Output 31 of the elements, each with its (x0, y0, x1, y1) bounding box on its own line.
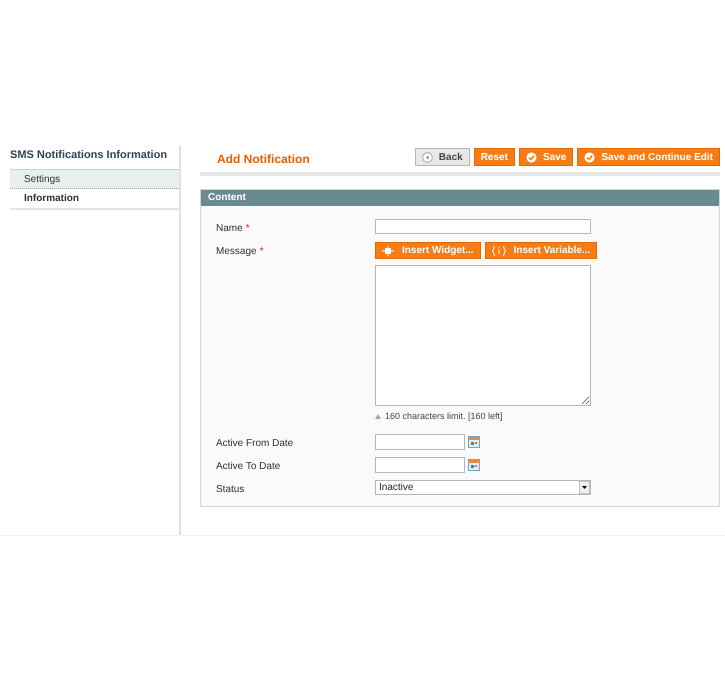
braces-icon (492, 246, 506, 256)
message-textarea[interactable] (375, 265, 591, 406)
name-input[interactable] (375, 219, 591, 234)
save-button[interactable]: Save (518, 148, 574, 166)
triangle-icon (375, 414, 381, 420)
status-select[interactable]: Inactive (375, 480, 591, 494)
calendar-icon[interactable] (468, 458, 480, 470)
save-button[interactable]: Save and Continue Edit (577, 148, 720, 166)
back-button[interactable]: Back (414, 148, 470, 166)
dropdown-arrow-icon (579, 480, 590, 494)
section-header: Content (201, 190, 719, 206)
check-icon (584, 152, 596, 162)
required-mark: * (260, 246, 264, 257)
field-label: Active From Date (216, 438, 294, 448)
date-input[interactable] (375, 456, 465, 472)
field-label: Name (216, 223, 243, 234)
field-label: Message (216, 246, 257, 257)
required-mark: * (246, 223, 250, 234)
widget-icon (382, 246, 394, 256)
insert-variable-button[interactable]: Insert Variable... (484, 242, 598, 259)
field-note: 160 characters limit. [160 left] (385, 410, 503, 423)
date-input[interactable] (375, 434, 465, 450)
field-label: Status (216, 484, 244, 494)
page-title: Add Notification (217, 151, 310, 168)
insert-widget-button[interactable]: Insert Widget... (375, 242, 481, 259)
calendar-icon[interactable] (468, 436, 480, 448)
sidebar-tab[interactable]: Settings (10, 170, 179, 189)
back-icon (422, 152, 433, 162)
reset-button[interactable]: Reset (474, 148, 515, 166)
field-label: Active To Date (216, 460, 280, 472)
check-icon (526, 152, 537, 162)
